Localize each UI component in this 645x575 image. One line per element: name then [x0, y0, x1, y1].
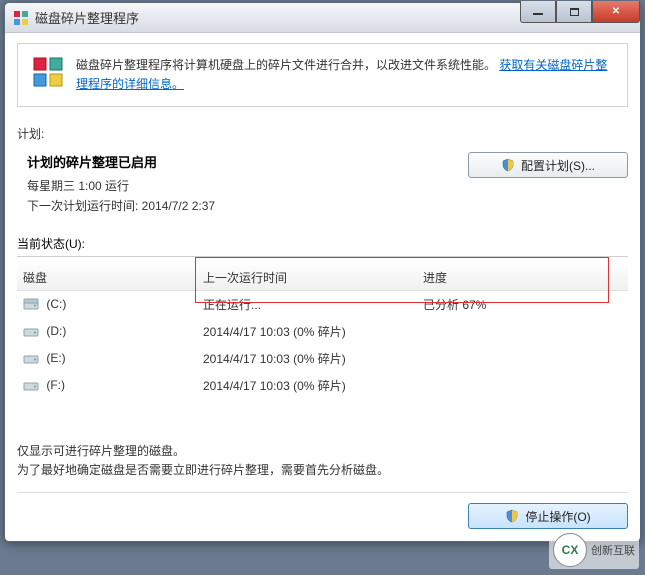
configure-button-label: 配置计划(S)... — [521, 157, 595, 174]
window-controls: ✕ — [520, 1, 640, 23]
table-row[interactable]: (C:) 正在运行... 已分析 67% — [17, 291, 628, 319]
disk-lastrun: 正在运行... — [197, 291, 417, 319]
content-area: 磁盘碎片整理程序将计算机硬盘上的碎片文件进行合并，以改进文件系统性能。 获取有关… — [5, 33, 640, 541]
app-icon — [13, 10, 29, 26]
shield-icon — [505, 509, 519, 523]
schedule-line1: 每星期三 1:00 运行 — [27, 177, 215, 194]
disk-progress — [417, 345, 628, 372]
hdd-icon — [23, 379, 39, 393]
info-text: 磁盘碎片整理程序将计算机硬盘上的碎片文件进行合并，以改进文件系统性能。 获取有关… — [76, 56, 613, 94]
disk-name: (E:) — [46, 351, 65, 365]
disk-name: (D:) — [46, 324, 66, 338]
table-row[interactable]: (D:) 2014/4/17 10:03 (0% 碎片) — [17, 318, 628, 345]
disk-lastrun: 2014/4/17 10:03 (0% 碎片) — [197, 318, 417, 345]
watermark: CX 创新互联 — [549, 531, 639, 569]
stop-button-label: 停止操作(O) — [525, 508, 590, 525]
info-panel: 磁盘碎片整理程序将计算机硬盘上的碎片文件进行合并，以改进文件系统性能。 获取有关… — [17, 43, 628, 107]
hdd-icon — [23, 325, 39, 339]
disk-progress: 已分析 67% — [417, 291, 628, 319]
title-bar[interactable]: 磁盘碎片整理程序 ✕ — [5, 3, 640, 33]
schedule-line2: 下一次计划运行时间: 2014/7/2 2:37 — [27, 197, 215, 214]
disk-progress — [417, 372, 628, 399]
minimize-button[interactable] — [520, 1, 556, 23]
watermark-text: 创新互联 — [591, 542, 635, 558]
col-disk[interactable]: 磁盘 — [17, 265, 197, 291]
schedule-info: 计划的碎片整理已启用 每星期三 1:00 运行 下一次计划运行时间: 2014/… — [17, 152, 215, 217]
stop-operation-button[interactable]: 停止操作(O) — [468, 503, 628, 529]
disk-table: 磁盘 上一次运行时间 进度 (C:) 正在运行... — [17, 265, 628, 399]
window-frame: 磁盘碎片整理程序 ✕ 磁盘碎片整理程序将计算机硬盘上的碎片文件进行合并，以改进文… — [4, 2, 641, 542]
defrag-icon — [32, 56, 64, 88]
hdd-icon — [23, 298, 39, 312]
table-row[interactable]: (F:) 2014/4/17 10:03 (0% 碎片) — [17, 372, 628, 399]
disk-table-wrap: 磁盘 上一次运行时间 进度 (C:) 正在运行... — [17, 257, 628, 399]
window-title: 磁盘碎片整理程序 — [35, 8, 139, 27]
status-label: 当前状态(U): — [17, 235, 628, 257]
hdd-icon — [23, 352, 39, 366]
col-progress[interactable]: 进度 — [417, 265, 628, 291]
schedule-row: 计划的碎片整理已启用 每星期三 1:00 运行 下一次计划运行时间: 2014/… — [17, 152, 628, 217]
disk-lastrun: 2014/4/17 10:03 (0% 碎片) — [197, 372, 417, 399]
table-row[interactable]: (E:) 2014/4/17 10:03 (0% 碎片) — [17, 345, 628, 372]
schedule-title: 计划的碎片整理已启用 — [27, 152, 215, 171]
maximize-button[interactable] — [556, 1, 592, 23]
close-button[interactable]: ✕ — [592, 1, 640, 23]
hint-line2: 为了最好地确定磁盘是否需要立即进行碎片整理，需要首先分析磁盘。 — [17, 461, 628, 480]
shield-icon — [501, 158, 515, 172]
hint-line1: 仅显示可进行碎片整理的磁盘。 — [17, 442, 628, 461]
hint-area: 仅显示可进行碎片整理的磁盘。 为了最好地确定磁盘是否需要立即进行碎片整理，需要首… — [17, 424, 628, 480]
watermark-logo-icon: CX — [553, 533, 587, 567]
configure-schedule-button[interactable]: 配置计划(S)... — [468, 152, 628, 178]
disk-name: (F:) — [46, 378, 65, 392]
bottom-bar: 停止操作(O) — [17, 492, 628, 529]
disk-name: (C:) — [46, 297, 66, 311]
col-lastrun[interactable]: 上一次运行时间 — [197, 265, 417, 291]
disk-progress — [417, 318, 628, 345]
disk-lastrun: 2014/4/17 10:03 (0% 碎片) — [197, 345, 417, 372]
info-description: 磁盘碎片整理程序将计算机硬盘上的碎片文件进行合并，以改进文件系统性能。 — [76, 58, 496, 72]
plan-label: 计划: — [17, 125, 628, 142]
